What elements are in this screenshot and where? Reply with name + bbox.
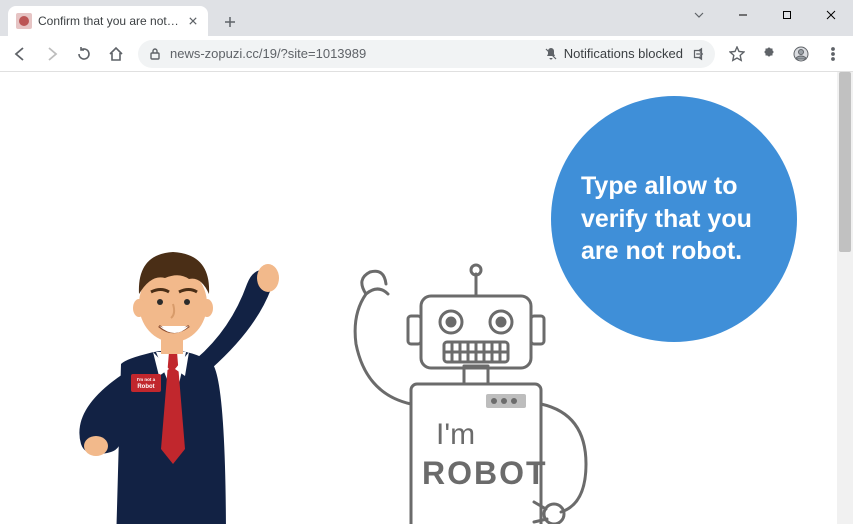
bookmark-button[interactable]	[723, 40, 751, 68]
nav-forward-button[interactable]	[38, 40, 66, 68]
titlebar: Confirm that you are not a robot	[0, 0, 853, 36]
maximize-icon	[782, 10, 792, 20]
notifications-blocked-indicator[interactable]: Notifications blocked	[544, 46, 683, 61]
robot-label-line1: I'm	[436, 418, 475, 451]
instruction-text: Type allow to verify that you are not ro…	[581, 170, 767, 268]
profile-button[interactable]	[787, 40, 815, 68]
scrollbar-thumb[interactable]	[839, 72, 851, 252]
star-icon	[729, 46, 745, 62]
window-controls	[677, 0, 853, 30]
favicon	[16, 13, 32, 29]
address-bar[interactable]: news-zopuzi.cc/19/?site=1013989 Notifica…	[138, 40, 715, 68]
minimize-icon	[738, 10, 748, 20]
puzzle-icon	[761, 46, 777, 62]
browser-tab[interactable]: Confirm that you are not a robot	[8, 6, 208, 36]
new-tab-button[interactable]	[216, 8, 244, 36]
vertical-scrollbar[interactable]	[837, 72, 853, 524]
robot-label-line2: ROBOT	[422, 455, 548, 491]
arrow-right-icon	[44, 46, 60, 62]
kebab-icon	[825, 46, 841, 62]
window-maximize-button[interactable]	[765, 0, 809, 30]
man-badge-line1: I'm not a	[137, 377, 156, 382]
menu-button[interactable]	[819, 40, 847, 68]
extensions-button[interactable]	[755, 40, 783, 68]
notifications-blocked-label: Notifications blocked	[564, 46, 683, 61]
tab-title: Confirm that you are not a robot	[38, 14, 180, 28]
plus-icon	[224, 16, 236, 28]
lock-icon	[148, 47, 162, 61]
nav-back-button[interactable]	[6, 40, 34, 68]
man-badge-line2: Robot	[137, 384, 154, 390]
person-icon	[793, 46, 809, 62]
arrow-left-icon	[12, 46, 28, 62]
tab-close-button[interactable]	[186, 14, 200, 28]
man-illustration: I'm not a Robot	[61, 234, 291, 524]
close-icon	[189, 17, 197, 25]
url-text: news-zopuzi.cc/19/?site=1013989	[170, 46, 366, 61]
toolbar: news-zopuzi.cc/19/?site=1013989 Notifica…	[0, 36, 853, 72]
home-icon	[108, 46, 124, 62]
reload-button[interactable]	[70, 40, 98, 68]
window-minimize-button[interactable]	[721, 0, 765, 30]
close-icon	[826, 10, 836, 20]
chevron-down-icon	[694, 10, 704, 20]
window-close-button[interactable]	[809, 0, 853, 30]
robot-illustration: I'm ROBOT	[326, 254, 606, 524]
share-icon[interactable]	[691, 47, 705, 61]
bell-off-icon	[544, 47, 558, 61]
viewport: Type allow to verify that you are not ro…	[0, 72, 853, 524]
tab-search-button[interactable]	[677, 0, 721, 30]
reload-icon	[76, 46, 92, 62]
home-button[interactable]	[102, 40, 130, 68]
page-content: Type allow to verify that you are not ro…	[6, 72, 833, 524]
